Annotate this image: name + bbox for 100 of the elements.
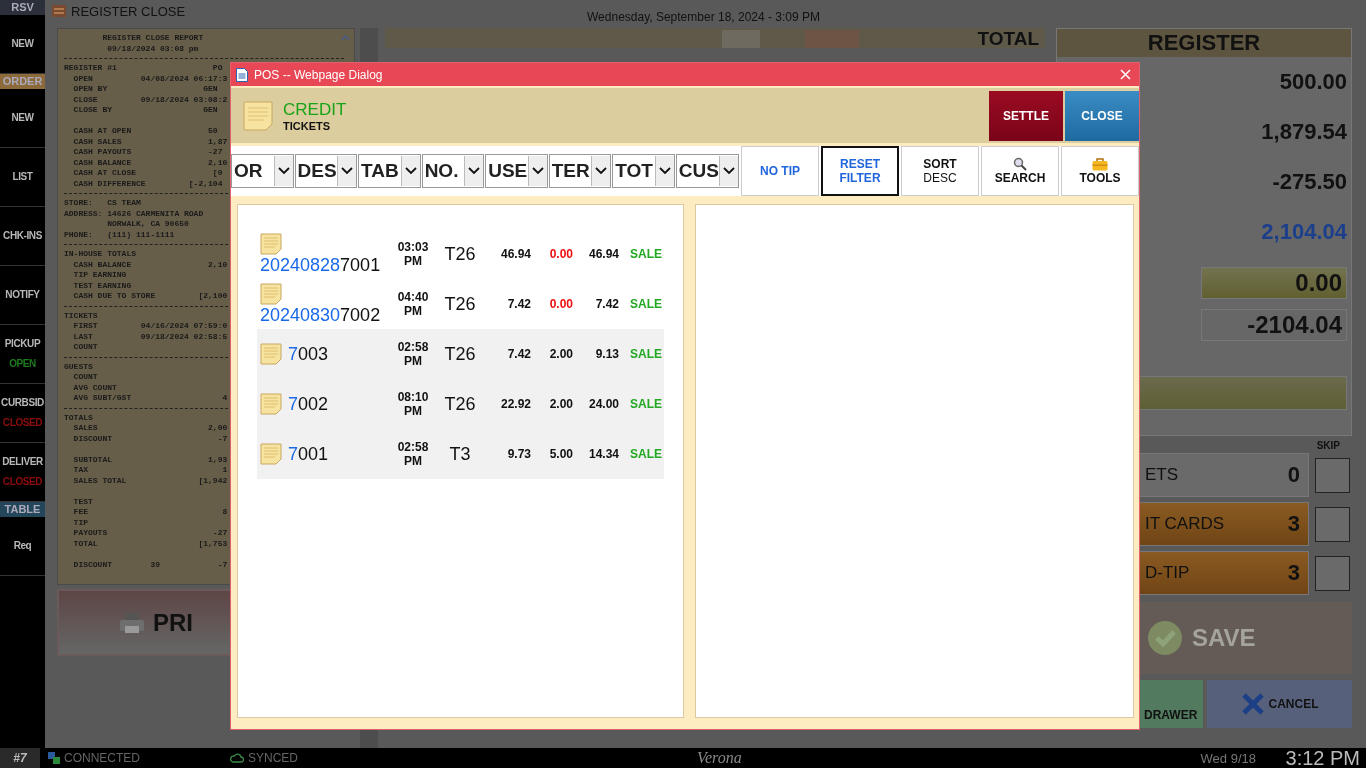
amount-text: 1,879.54: [1261, 118, 1347, 146]
report-line: GUESTS: [64, 361, 93, 372]
ticket-time: 08:10 PM: [396, 390, 430, 418]
register-icon: [51, 3, 67, 19]
filter-dropdown[interactable]: USE: [485, 154, 548, 188]
filter-dropdown[interactable]: TAB: [358, 154, 421, 188]
ticket-number: 202408307002: [260, 304, 381, 326]
ticket-type: SALE: [630, 347, 662, 361]
search-icon: [1013, 157, 1027, 171]
filter-dropdown[interactable]: CUS: [675, 154, 739, 188]
panel-title: TOTAL: [977, 30, 1039, 48]
report-line: 09/18/2024 03:08 pm: [106, 43, 199, 54]
dialog-subheading: TICKETS: [283, 119, 332, 132]
status-label: OPEN: [9, 358, 36, 369]
skip-checkbox[interactable]: [1315, 555, 1350, 591]
station-number: #7: [0, 748, 40, 768]
ticket-number: 202408287001: [260, 254, 381, 276]
settle-button[interactable]: SETTLE: [989, 90, 1063, 141]
amount-text: -275.50: [1272, 168, 1347, 196]
chevron-down-icon: [722, 167, 735, 175]
tip-amount: 5.00: [548, 447, 573, 461]
report-line: AVG COUNT: [72, 382, 117, 393]
report-line: OPEN 04/08/2024 06:17:3: [72, 73, 228, 84]
filter-dropdown[interactable]: TER: [548, 154, 612, 188]
chevron-down-icon: [658, 167, 671, 175]
report-line: CASH BALANCE 2,10: [72, 157, 228, 168]
page-title: REGISTER CLOSE: [71, 3, 186, 19]
report-line: REGISTER CLOSE REPORT: [101, 33, 204, 44]
ticket-type: SALE: [630, 397, 662, 411]
sidebar-section-label: ORDER: [0, 74, 45, 89]
column-label: SKIP: [1316, 440, 1340, 451]
ticket-icon: [260, 393, 282, 415]
chevron-down-icon: [404, 167, 417, 175]
tip-amount: 0.00: [548, 297, 573, 311]
dialog-title: POS -- Webpage Dialog: [254, 67, 383, 82]
report-line: CASH DUE TO STORE [2,100: [72, 291, 228, 302]
filter-dropdown[interactable]: OR: [231, 154, 294, 188]
ticket-row[interactable]: 7003 02:58 PM T26 7.42 2.00 9.13 SALE: [257, 329, 664, 379]
report-line: TEST: [72, 496, 93, 507]
report-line: CASH SALES 1,87: [72, 136, 228, 147]
report-line: LAST 09/18/2024 02:58:5: [72, 331, 228, 342]
location-name: Verona: [697, 749, 742, 767]
toolbar-button[interactable]: SEARCH: [981, 146, 1059, 196]
report-line: TEST EARNING: [72, 280, 132, 291]
ticket-type: SALE: [630, 297, 662, 311]
filter-dropdown[interactable]: NO.: [421, 154, 485, 188]
toolbar-button[interactable]: SORT DESC: [901, 146, 979, 196]
ticket-amount: 46.94: [499, 247, 531, 261]
skip-checkbox[interactable]: [1315, 506, 1350, 542]
report-line: DISCOUNT -7: [72, 433, 228, 444]
report-line: CASH PAYOUTS -27: [72, 147, 223, 158]
report-line: CASH DIFFERENCE [-2,104: [72, 178, 223, 189]
close-icon: [1240, 692, 1265, 716]
filter-dropdown[interactable]: TOT: [612, 154, 675, 188]
tip-amount: 2.00: [548, 347, 573, 361]
report-line: SUBTOTAL 1,93: [72, 454, 228, 465]
ticket-total: 14.34: [587, 447, 619, 461]
ticket-row[interactable]: 202408287001 03:03 PM T26 46.94 0.00 46.94 SALE: [257, 229, 664, 279]
ticket-time: 03:03 PM: [396, 240, 430, 268]
status-label: CLOSED: [2, 417, 43, 428]
report-line: NORWALK, CA 90650: [106, 219, 189, 230]
network-icon: [48, 752, 60, 764]
amount-text: 2,104.04: [1261, 218, 1347, 246]
toolbox-icon: [1092, 157, 1108, 171]
skip-checkbox[interactable]: [1315, 457, 1350, 493]
report-line: CLOSE 09/18/2024 03:08:2: [72, 94, 228, 105]
sidebar-section-label: TABLE: [0, 502, 45, 517]
ticket-amount: 7.42: [506, 297, 531, 311]
check-icon: [1148, 621, 1182, 655]
report-line: CASH AT OPEN 50: [72, 126, 218, 137]
report-line: TOTALS: [64, 412, 93, 423]
toolbar-button[interactable]: TOOLS: [1061, 146, 1139, 196]
ticket-number: 7003: [288, 343, 329, 365]
ticket-row[interactable]: 202408307002 04:40 PM T26 7.42 0.00 7.42 SALE: [257, 279, 664, 329]
report-line: SALES 2,00: [72, 423, 228, 434]
chevron-down-icon: [341, 167, 354, 175]
amount-field: -2104.04: [1201, 309, 1347, 341]
toolbar-button[interactable]: RESET FILTER: [821, 146, 899, 196]
printer-icon: [119, 611, 145, 634]
chevron-down-icon: [531, 167, 544, 175]
chevron-down-icon: [468, 167, 481, 175]
report-line: CASH BALANCE 2,10: [72, 259, 228, 270]
report-line: TOTAL [1,753: [72, 538, 228, 549]
ticket-amount: 9.73: [506, 447, 531, 461]
toolbar-button[interactable]: NO TIP: [741, 146, 819, 196]
status-time: 3:12 PM: [1285, 746, 1360, 768]
ticket-number: 7001: [288, 443, 329, 465]
report-line: CLOSE BY GEN: [72, 105, 218, 116]
ticket-time: 04:40 PM: [396, 290, 430, 318]
ticket-row[interactable]: 7001 02:58 PM T3 9.73 5.00 14.34 SALE: [257, 429, 664, 479]
table-number: T26: [443, 343, 477, 365]
close-button[interactable]: CLOSE: [1065, 90, 1139, 141]
ticket-row[interactable]: 7002 08:10 PM T26 22.92 2.00 24.00 SALE: [257, 379, 664, 429]
ticket-number: 7002: [288, 393, 329, 415]
ticket-icon: [260, 343, 282, 365]
table-number: T3: [448, 443, 472, 465]
ticket-icon: [260, 232, 282, 255]
report-line: TICKETS: [64, 310, 98, 321]
note-icon: [243, 100, 273, 131]
filter-dropdown[interactable]: DES: [294, 154, 358, 188]
